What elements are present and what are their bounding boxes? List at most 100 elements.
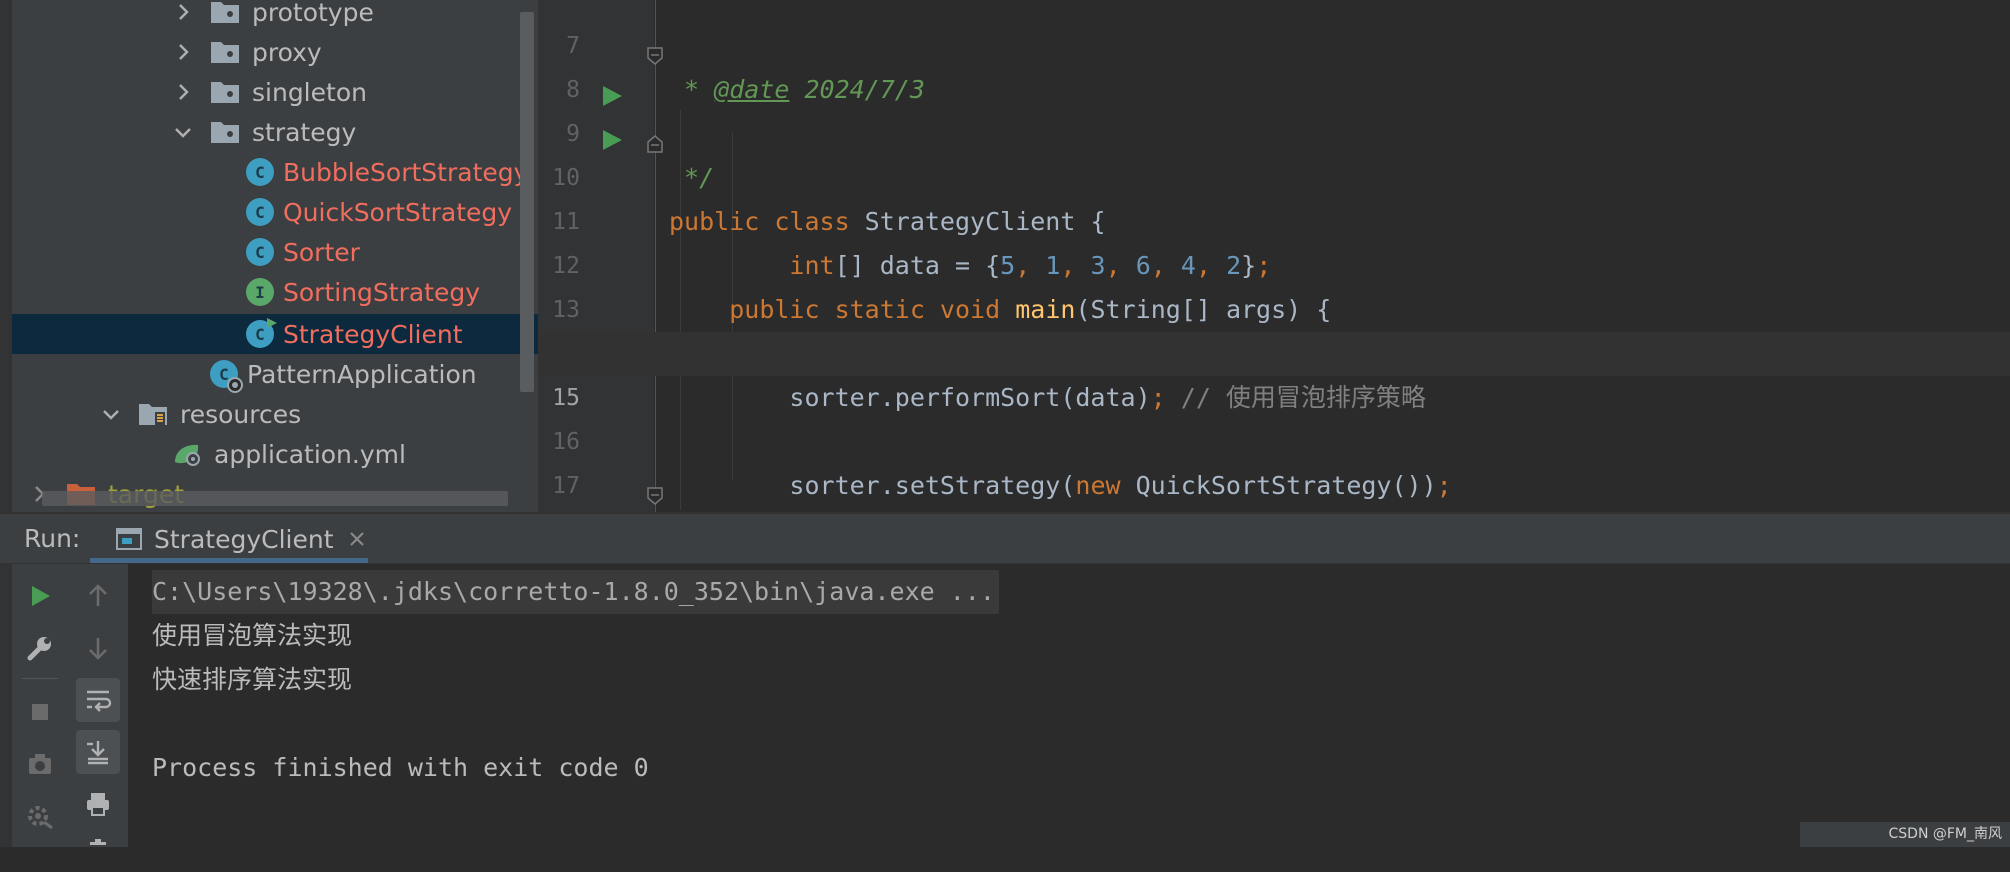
chevron-right-icon[interactable]: [170, 39, 196, 65]
toolbar-separator: [22, 678, 58, 679]
fold-start-icon[interactable]: [646, 124, 664, 153]
tree-item-quicksortstrategy[interactable]: C QuickSortStrategy: [12, 192, 538, 232]
resources-folder-icon: [138, 402, 168, 426]
print-button[interactable]: [78, 784, 118, 824]
tree-item-label: strategy: [252, 117, 357, 147]
project-tree-vertical-scrollbar[interactable]: [520, 12, 534, 392]
run-tab-strategyclient[interactable]: StrategyClient: [90, 514, 368, 564]
code-line-7[interactable]: 7 * @date 2024/7/3: [538, 0, 2010, 104]
console-output-line: 使用冒泡算法实现: [152, 621, 353, 650]
trash-icon: [90, 839, 106, 845]
arrow-down-icon: [89, 638, 107, 660]
tree-item-bubblesortstrategy[interactable]: C BubbleSortStrategy: [12, 152, 538, 192]
run-tab-title: StrategyClient: [154, 524, 334, 554]
code-line-14[interactable]: 14 sorter.performSort(data); // 使用冒泡排序策略: [538, 288, 2010, 412]
tree-item-label: BubbleSortStrategy: [283, 157, 529, 187]
console-output-line: 快速排序算法实现: [152, 665, 353, 694]
rerun-button[interactable]: [20, 576, 60, 616]
run-console[interactable]: C:\Users\19328\.jdks\corretto-1.8.0_352\…: [128, 564, 2010, 847]
package-folder-icon: [210, 0, 240, 24]
chevron-right-icon[interactable]: [170, 0, 196, 25]
package-folder-icon: [210, 120, 240, 144]
code-line-11[interactable]: 11 int[] data = {5, 1, 3, 6, 4, 2};: [538, 156, 2010, 280]
chevron-down-icon[interactable]: [98, 401, 124, 427]
arrow-up-icon: [89, 584, 107, 606]
run-main-icon[interactable]: [600, 122, 624, 150]
console-exit-line: Process finished with exit code 0: [152, 753, 649, 782]
soft-wrap-button[interactable]: [76, 678, 120, 722]
package-folder-icon: [210, 40, 240, 64]
run-toolbar: [0, 564, 128, 847]
code-line-13[interactable]: 13 Sorter sorter = new Sorter(new Bubble…: [538, 244, 2010, 368]
watermark: CSDN @FM_南风: [1800, 822, 2010, 847]
tree-item-label: StrategyClient: [283, 319, 463, 349]
tree-item-label: Sorter: [283, 237, 360, 267]
tree-item-application-yml[interactable]: application.yml: [12, 434, 538, 474]
tree-item-patternapplication[interactable]: C PatternApplication: [12, 354, 538, 394]
gear-icon: [28, 806, 53, 830]
code-line-15[interactable]: 15: [538, 332, 2010, 411]
tree-item-prototype[interactable]: prototype: [12, 0, 538, 32]
code-line-8[interactable]: 8 */: [538, 24, 2010, 192]
close-icon[interactable]: [348, 530, 366, 548]
console-tab-icon: [116, 528, 142, 550]
clear-all-button[interactable]: [78, 832, 118, 872]
up-stack-trace-button[interactable]: [78, 576, 118, 616]
interface-icon: I: [246, 278, 274, 306]
fold-end-icon[interactable]: [646, 36, 664, 65]
class-icon: C: [246, 238, 274, 266]
printer-icon: [87, 793, 109, 816]
console-command-line[interactable]: C:\Users\19328\.jdks\corretto-1.8.0_352\…: [152, 570, 999, 614]
code-line-17[interactable]: 17 sorter.performSort(data); // 使用快速排序策略: [538, 420, 2010, 499]
chevron-down-icon[interactable]: [170, 119, 196, 145]
tree-item-label: PatternApplication: [247, 359, 477, 389]
settings-button[interactable]: [20, 796, 60, 836]
scroll-to-end-icon: [87, 741, 108, 765]
project-tree-horizontal-scrollbar[interactable]: [42, 491, 508, 506]
tree-item-proxy[interactable]: proxy: [12, 32, 538, 72]
package-folder-icon: [210, 80, 240, 104]
modify-run-configuration-button[interactable]: [20, 628, 60, 668]
tree-item-label: application.yml: [214, 439, 406, 469]
tree-item-strategyclient[interactable]: C StrategyClient: [12, 314, 538, 354]
yml-file-icon: [172, 442, 202, 466]
tree-item-label: singleton: [252, 77, 367, 107]
fold-end-icon[interactable]: [646, 476, 664, 505]
code-editor[interactable]: 7 * @date 2024/7/3 8 */ 9 public class S…: [538, 0, 2010, 512]
tree-item-label: resources: [180, 399, 302, 429]
stop-button[interactable]: [20, 692, 60, 732]
runnable-class-icon: C: [246, 318, 277, 348]
tree-item-singleton[interactable]: singleton: [12, 72, 538, 112]
code-line-16[interactable]: 16 sorter.setStrategy(new QuickSortStrat…: [538, 376, 2010, 500]
code-line-18[interactable]: 18 }: [538, 464, 2010, 508]
dump-threads-button[interactable]: [20, 744, 60, 784]
stop-icon: [32, 704, 48, 720]
tree-item-label: QuickSortStrategy: [283, 197, 513, 227]
camera-icon: [29, 754, 51, 774]
spring-boot-class-icon: C: [210, 360, 243, 393]
code-line-10[interactable]: 10 public static void main(String[] args…: [538, 112, 2010, 324]
down-stack-trace-button[interactable]: [78, 628, 118, 668]
run-label: Run:: [24, 524, 81, 553]
scroll-to-end-button[interactable]: [76, 730, 120, 774]
tree-item-resources[interactable]: resources: [12, 394, 538, 434]
project-tree-panel: prototype proxy singleton strategy C Bub…: [0, 0, 538, 512]
toolbar-edge: [0, 564, 12, 847]
project-tree-edge: [0, 0, 12, 512]
run-tool-window-header: Run: StrategyClient: [0, 514, 2010, 564]
code-line-9[interactable]: 9 public class StrategyClient {: [538, 68, 2010, 236]
tree-item-label: proxy: [252, 37, 322, 67]
tree-item-sortingstrategy[interactable]: I SortingStrategy: [12, 272, 538, 312]
chevron-right-icon[interactable]: [170, 79, 196, 105]
run-icon: [32, 586, 50, 606]
tree-item-label: prototype: [252, 0, 374, 27]
tree-item-sorter[interactable]: C Sorter: [12, 232, 538, 272]
run-class-icon[interactable]: [600, 78, 624, 106]
wrench-icon: [27, 637, 51, 661]
class-icon: C: [246, 158, 274, 186]
class-icon: C: [246, 198, 274, 226]
tree-item-label: SortingStrategy: [283, 277, 481, 307]
code-line-12[interactable]: 12: [538, 200, 2010, 279]
soft-wrap-icon: [87, 690, 112, 712]
tree-item-strategy[interactable]: strategy: [12, 112, 538, 152]
